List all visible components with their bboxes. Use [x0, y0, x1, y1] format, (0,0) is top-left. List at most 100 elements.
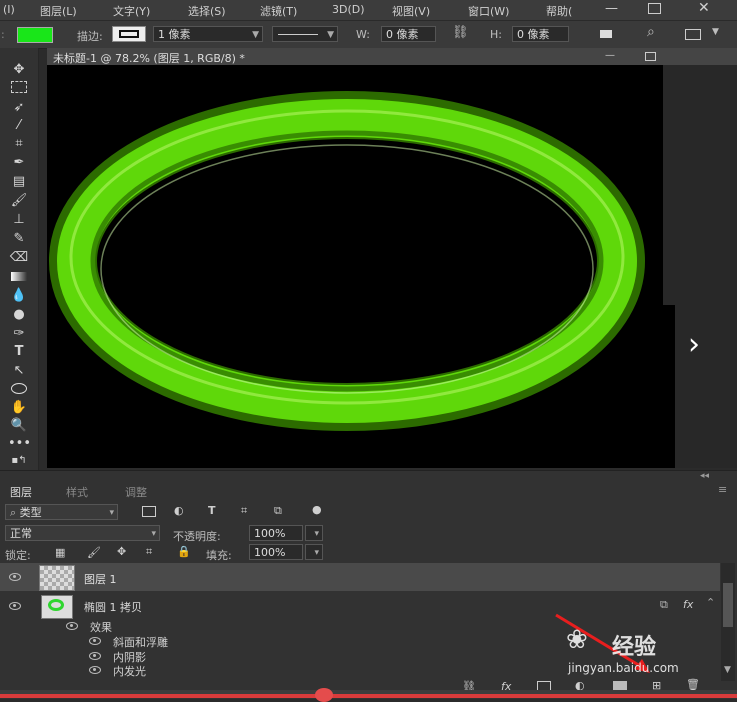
menu-item-help[interactable]: 帮助( [546, 3, 572, 19]
menu-item-i[interactable]: (I) [3, 3, 15, 16]
stroke-width-field[interactable]: 1 像素 ▼ [153, 26, 263, 42]
document-tab[interactable]: 未标题-1 @ 78.2% (图层 1, RGB/8) * — [47, 48, 737, 65]
effect-bevel-emboss[interactable]: 斜面和浮雕 [113, 634, 168, 650]
menu-item-window[interactable]: 窗口(W) [468, 3, 509, 19]
menu-item-filter[interactable]: 滤镜(T) [260, 3, 297, 19]
restore-icon[interactable] [648, 3, 661, 14]
visibility-eye-icon[interactable] [9, 602, 21, 610]
chevron-down-icon[interactable]: ▼ [724, 665, 731, 675]
type-tool-icon[interactable]: T [8, 344, 30, 360]
dodge-tool-icon[interactable]: ● [8, 307, 30, 323]
filter-smart-object-icon[interactable]: ⧉ [274, 504, 282, 518]
lock-all-icon[interactable]: 🔒 [177, 545, 191, 558]
effects-eye-icon[interactable] [66, 622, 78, 630]
tab-styles[interactable]: 样式 [66, 484, 88, 500]
video-progress[interactable] [0, 694, 737, 698]
minimize-icon[interactable]: — [605, 1, 618, 16]
link-layers-icon[interactable]: ⧉ [660, 598, 668, 612]
opacity-slider-button[interactable]: ▾ [305, 525, 323, 541]
path-selection-tool-icon[interactable]: ↖ [8, 363, 30, 379]
watermark: ❀ 经验 jingyan.baidu.com [566, 621, 706, 681]
doc-restore-icon[interactable] [645, 52, 656, 61]
filter-shape-icon[interactable]: ⌗ [241, 504, 247, 518]
history-brush-tool-icon[interactable]: ✎ [8, 231, 30, 247]
blend-mode-dropdown[interactable]: 正常 ▾ [5, 525, 160, 541]
magic-wand-tool-icon[interactable]: ⁄ [8, 118, 30, 134]
fx-badge[interactable]: fx [683, 598, 693, 611]
layer-filter-dropdown[interactable]: ⌕ 类型 ▾ [5, 504, 118, 520]
zoom-tool-icon[interactable]: 🔍 [8, 418, 30, 434]
height-field[interactable]: 0 像素 [512, 26, 569, 42]
filter-pixel-icon[interactable] [142, 506, 156, 517]
menu-item-view[interactable]: 视图(V) [392, 3, 430, 19]
workspace-icon[interactable] [685, 29, 701, 40]
effect-eye-icon[interactable] [89, 637, 101, 645]
blur-tool-icon[interactable]: 💧 [8, 288, 30, 304]
layer-name[interactable]: 图层 1 [84, 571, 117, 587]
stroke-preview-icon [119, 30, 139, 38]
healing-brush-tool-icon[interactable]: ▤ [8, 174, 30, 190]
filter-label: 类型 [19, 506, 42, 519]
link-icon[interactable]: ⛓ [452, 25, 469, 40]
crop-tool-icon[interactable]: ⌗ [8, 136, 30, 152]
brush-tool-icon[interactable]: 🖌 [8, 193, 30, 209]
layer-row-layer1[interactable]: 图层 1 [0, 563, 720, 591]
stroke-type-dropdown[interactable]: ▼ [272, 26, 338, 42]
eraser-tool-icon[interactable]: ⌫ [8, 250, 30, 266]
fill-field[interactable]: 100% [249, 544, 303, 560]
effect-eye-icon[interactable] [89, 652, 101, 660]
menu-item-layer[interactable]: 图层(L) [40, 3, 77, 19]
effect-eye-icon[interactable] [89, 666, 101, 674]
gradient-tool-icon[interactable] [8, 269, 30, 285]
green-ring [57, 99, 637, 423]
layers-panel: ◂◂ 图层 样式 调整 ≡ ⌕ 类型 ▾ ◐ T ⌗ ⧉ ● 正常 ▾ 不透明度… [0, 470, 737, 699]
filter-toggle-icon[interactable]: ● [312, 503, 322, 516]
path-operations-icon[interactable] [600, 30, 612, 38]
marquee-tool-icon[interactable] [8, 81, 30, 97]
menu-item-3d[interactable]: 3D(D) [332, 3, 365, 16]
width-field[interactable]: 0 像素 [381, 26, 436, 42]
ellipse-tool-icon[interactable] [8, 381, 30, 397]
move-tool-icon[interactable]: ✥ [8, 62, 30, 78]
canvas-edge [663, 305, 675, 468]
fill-color-swatch[interactable] [17, 27, 53, 43]
menu-item-type[interactable]: 文字(Y) [113, 3, 150, 19]
tab-layers[interactable]: 图层 [10, 484, 32, 500]
chevron-down-icon[interactable]: ▼ [712, 27, 719, 37]
lock-position-icon[interactable]: ✥ [117, 545, 126, 558]
effect-inner-glow[interactable]: 内发光 [113, 663, 146, 679]
layer-name[interactable]: 椭圆 1 拷贝 [84, 599, 142, 615]
more-tools-icon[interactable]: ••• [8, 436, 31, 452]
lock-artboard-icon[interactable]: ⌗ [146, 545, 152, 559]
progress-handle[interactable] [315, 688, 333, 702]
lock-pixels-icon[interactable]: 🖌 [87, 546, 101, 559]
visibility-eye-icon[interactable] [9, 573, 21, 581]
eyedropper-tool-icon[interactable]: ✒ [8, 155, 30, 171]
lock-transparent-icon[interactable]: ▦ [55, 546, 65, 559]
close-icon[interactable]: ✕ [698, 0, 710, 16]
filter-adjustment-icon[interactable]: ◐ [174, 504, 184, 517]
tab-adjustments[interactable]: 调整 [125, 484, 147, 500]
opacity-field[interactable]: 100% [249, 525, 303, 541]
scroll-thumb[interactable] [723, 583, 733, 627]
panel-menu-icon[interactable]: ≡ [718, 483, 727, 496]
next-arrow-icon[interactable]: › [688, 327, 700, 362]
filter-type-icon[interactable]: T [208, 504, 216, 517]
stroke-color-swatch[interactable] [112, 26, 146, 42]
clone-stamp-tool-icon[interactable]: ⊥ [8, 212, 30, 228]
fill-slider-button[interactable]: ▾ [305, 544, 323, 560]
hand-tool-icon[interactable]: ✋ [8, 400, 30, 416]
collapse-icon[interactable]: ◂◂ [700, 471, 709, 481]
search-icon: ⌕ [10, 506, 20, 519]
swap-colors-icon[interactable]: ▪↰ [8, 453, 30, 469]
tools-panel: ✥ ➶ ⁄ ⌗ ✒ ▤ 🖌 ⊥ ✎ ⌫ 💧 ● ✑ T ↖ ✋ 🔍 ••• ▪↰ [0, 48, 39, 470]
lasso-tool-icon[interactable]: ➶ [8, 100, 30, 116]
doc-minimize-icon[interactable]: — [605, 50, 615, 61]
chevron-up-icon[interactable]: ⌃ [706, 596, 715, 609]
pen-tool-icon[interactable]: ✑ [8, 326, 30, 342]
canvas[interactable] [47, 65, 663, 468]
new-group-icon[interactable] [613, 681, 627, 690]
layers-scrollbar[interactable]: ▼ [721, 563, 735, 681]
search-icon[interactable]: ⌕ [647, 24, 655, 40]
menu-item-select[interactable]: 选择(S) [188, 3, 226, 19]
